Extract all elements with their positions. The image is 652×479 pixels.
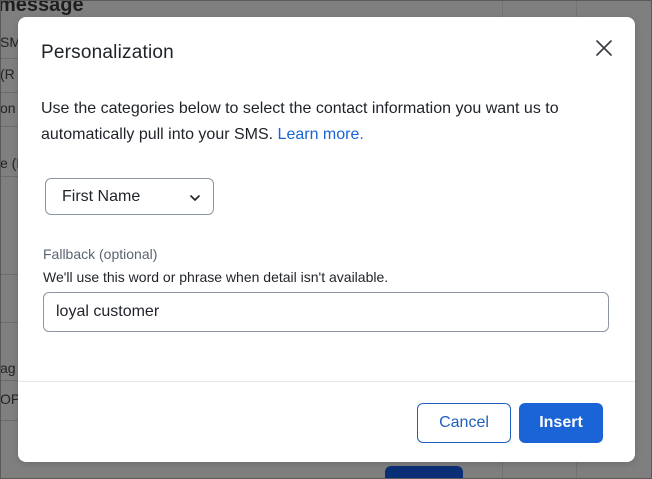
background-text-5: ag	[0, 360, 16, 376]
fallback-input[interactable]	[43, 292, 609, 332]
close-icon	[593, 37, 615, 59]
background-heading: message	[0, 0, 84, 16]
background-divider	[0, 322, 20, 323]
background-text-2: (R	[0, 66, 15, 82]
background-divider	[0, 58, 20, 59]
fallback-help-text: We'll use this word or phrase when detai…	[43, 269, 389, 285]
background-divider	[0, 274, 20, 275]
background-divider	[0, 92, 20, 93]
insert-button[interactable]: Insert	[519, 403, 603, 443]
dialog-title: Personalization	[41, 42, 174, 63]
fallback-label: Fallback (optional)	[43, 246, 158, 262]
background-divider	[0, 380, 20, 381]
learn-more-link[interactable]: Learn more.	[278, 126, 364, 143]
background-divider	[0, 126, 20, 127]
cancel-button[interactable]: Cancel	[417, 403, 511, 443]
background-text-3: on	[0, 100, 16, 116]
background-button	[385, 466, 463, 479]
chevron-down-icon	[189, 191, 201, 203]
background-divider	[0, 176, 20, 177]
selected-field-value: First Name	[62, 188, 141, 205]
dialog-description: Use the categories below to select the c…	[41, 96, 611, 148]
close-button[interactable]	[593, 37, 615, 59]
footer-divider	[18, 381, 635, 382]
personalization-dialog: Personalization Use the categories below…	[18, 17, 635, 462]
background-divider	[0, 420, 20, 421]
contact-field-select[interactable]: First Name	[45, 178, 214, 215]
